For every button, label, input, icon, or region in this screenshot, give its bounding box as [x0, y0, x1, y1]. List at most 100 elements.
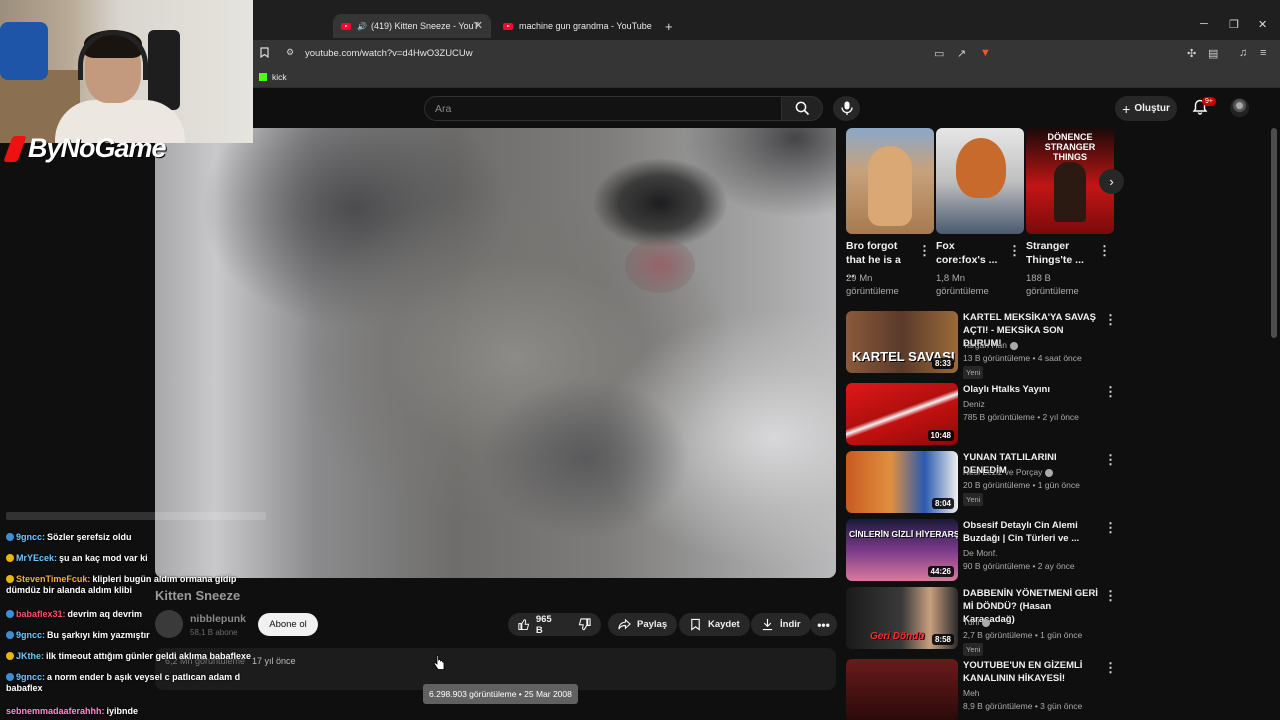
streamer-webcam [0, 0, 253, 143]
kick-logo-icon [259, 73, 267, 81]
thumbs-up-icon [518, 619, 530, 631]
brave-shield-icon[interactable]: ▼ [980, 47, 991, 59]
related-thumbnail[interactable]: 8:04 [846, 451, 958, 513]
chat-message: babaflex31: devrim aq devrim [6, 609, 264, 620]
save-button[interactable]: Kaydet [679, 613, 750, 636]
bookmark-kick[interactable]: kick [259, 72, 287, 82]
media-icon[interactable]: ♫ [1239, 47, 1247, 59]
related-channel[interactable]: Deniz [963, 399, 985, 409]
more-vertical-icon[interactable]: ⋮ [1104, 520, 1117, 536]
more-actions-button[interactable]: ••• [810, 613, 837, 636]
more-vertical-icon[interactable]: ⋮ [1098, 243, 1111, 259]
more-vertical-icon[interactable]: ⋮ [1104, 660, 1117, 676]
more-vertical-icon[interactable]: ⋮ [1104, 588, 1117, 604]
short-views: 29 Mn görüntüleme [846, 273, 899, 297]
cast-icon[interactable]: ▭ [934, 47, 944, 60]
chat-badge-icon [6, 652, 14, 660]
video-duration: 8:58 [931, 634, 954, 645]
related-thumbnail[interactable]: KARTEL SAVAŞI 8:33 [846, 311, 958, 373]
related-channel[interactable]: Targan Han [963, 340, 1018, 350]
chat-user: 9gncc: [16, 630, 46, 640]
chat-badge-icon [6, 533, 14, 541]
shorts-next-button[interactable]: › [1099, 169, 1124, 194]
search-icon [795, 101, 810, 116]
close-tab-icon[interactable]: ✕ [474, 19, 483, 32]
page-scrollbar[interactable] [1271, 128, 1277, 338]
close-window-icon[interactable]: ✕ [1258, 18, 1267, 31]
related-channel[interactable]: Tuni [963, 617, 991, 627]
menu-icon[interactable]: ≡ [1260, 47, 1266, 59]
account-avatar[interactable] [1230, 98, 1249, 117]
chat-badge-icon [6, 631, 14, 639]
notifications-badge: 9+ [1202, 97, 1216, 106]
related-title[interactable]: YOUTUBE'UN EN GİZEMLİ KANALININ HİKAYESİ… [963, 659, 1098, 685]
bookmark-icon[interactable] [260, 47, 269, 61]
more-vertical-icon[interactable]: ⋮ [1104, 452, 1117, 468]
youtube-favicon-icon [341, 22, 351, 30]
thumbs-down-icon [578, 618, 591, 631]
short-title[interactable]: Fox core:fox's ... [936, 239, 1002, 267]
screen: 🔊 (419) Kitten Sneeze - YouTube ✕ machin… [0, 0, 1280, 720]
short-title[interactable]: Stranger Things'te ... [1026, 239, 1092, 267]
short-thumbnail[interactable] [846, 128, 934, 234]
more-vertical-icon[interactable]: ⋮ [1008, 243, 1021, 259]
channel-label: Tuni [963, 617, 980, 627]
chevron-right-icon: › [1109, 174, 1114, 189]
microphone-icon [841, 101, 853, 115]
related-channel[interactable]: De Monf. [963, 548, 998, 558]
search-button[interactable] [781, 96, 823, 121]
chat-message: StevenTimeFcuk: klipleri bugün aldım orma… [6, 574, 264, 596]
more-vertical-icon[interactable]: ⋮ [1104, 384, 1117, 400]
related-meta: 13 B görüntüleme • 4 saat önce [963, 353, 1082, 363]
plus-icon: + [1122, 100, 1131, 117]
voice-search-button[interactable] [833, 96, 860, 121]
tab-title: machine gun grandma - YouTube [519, 21, 652, 31]
chat-user: StevenTimeFcuk: [16, 574, 91, 584]
chat-text: iyibnde [106, 706, 139, 716]
short-views: 188 B görüntüleme [1026, 273, 1079, 297]
video-duration: 8:04 [931, 498, 954, 509]
url-field[interactable]: youtube.com/watch?v=d4HwO3ZUCUw [305, 48, 473, 59]
related-thumbnail[interactable]: CİNLERİN GİZLİ HİYERARŞİSİ 44:26 [846, 519, 958, 581]
chat-message: 9gncc: Sözler şerefsiz oldu [6, 532, 264, 543]
short-thumbnail[interactable] [936, 128, 1024, 234]
bookmark-label: kick [272, 72, 287, 82]
related-thumbnail[interactable]: Geri Döndü 8:58 [846, 587, 958, 649]
related-thumbnail[interactable] [846, 659, 958, 720]
dislike-button[interactable] [569, 613, 601, 636]
search-input[interactable]: Ara [424, 96, 782, 121]
video-duration: 10:48 [927, 430, 954, 441]
minimize-icon[interactable]: ─ [1200, 18, 1208, 30]
verified-icon [1045, 468, 1054, 477]
chat-user: JKthe: [16, 651, 45, 661]
video-duration: 8:33 [931, 358, 954, 369]
related-channel[interactable]: Nesi Leziz ve Porçay [963, 467, 1054, 477]
create-button[interactable]: + Oluştur [1115, 96, 1177, 121]
new-tab-icon[interactable]: + [665, 19, 673, 34]
download-icon [762, 618, 773, 631]
share-label: Paylaş [637, 619, 668, 630]
related-title[interactable]: Obsesif Detaylı Cin Alemi Buzdağı | Cin … [963, 519, 1098, 545]
related-title[interactable]: Olaylı Htalks Yayını [963, 383, 1098, 396]
related-channel[interactable]: Meh [963, 688, 980, 698]
chat-text: ilk timeout attığım günler geldi aklıma … [46, 651, 252, 661]
chat-message: JKthe: ilk timeout attığım günler geldi a… [6, 651, 264, 662]
logo-text: ByNoGame [28, 133, 167, 163]
channel-label: Nesi Leziz ve Porçay [963, 467, 1043, 477]
related-thumbnail[interactable]: 10:48 [846, 383, 958, 445]
download-button[interactable]: İndir [751, 613, 811, 636]
bookmark-save-icon [691, 618, 700, 631]
sidebar-icon[interactable]: ▤ [1208, 47, 1218, 60]
tab-kitten-sneeze[interactable]: 🔊 (419) Kitten Sneeze - YouTube ✕ [333, 14, 491, 38]
restore-icon[interactable]: ❐ [1229, 18, 1239, 31]
video-player[interactable] [155, 128, 836, 578]
extensions-icon[interactable]: ✣ [1187, 47, 1196, 60]
more-vertical-icon[interactable]: ⋮ [918, 243, 931, 259]
share-button[interactable]: Paylaş [608, 613, 678, 636]
related-meta: 90 B görüntüleme • 2 ay önce [963, 561, 1075, 571]
more-vertical-icon[interactable]: ⋮ [1104, 312, 1117, 328]
share-page-icon[interactable]: ↗ [957, 47, 966, 60]
tab-machine-gun-grandma[interactable]: machine gun grandma - YouTube [495, 14, 655, 38]
like-button[interactable]: 965 B [508, 613, 569, 636]
site-settings-icon[interactable]: ⚙ [286, 47, 294, 58]
